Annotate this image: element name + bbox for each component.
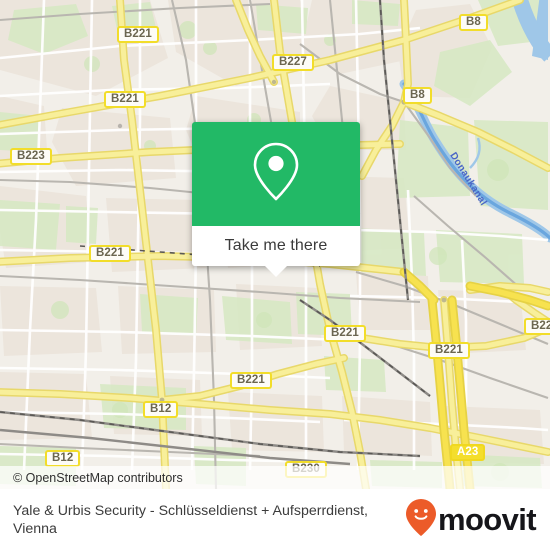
popup-pointer [265, 266, 287, 277]
road-shield: B228 [524, 318, 550, 335]
road-shield: B227 [272, 54, 314, 71]
road-shield: B221 [324, 325, 366, 342]
map-canvas[interactable]: Donaukanal B221 B227 B8 B221 B8 B223 B22… [0, 0, 550, 489]
map-attribution-bar: © OpenStreetMap contributors [0, 466, 550, 489]
info-bar: Yale & Urbis Security - Schlüsseldienst … [0, 489, 550, 550]
popup-header [192, 122, 360, 226]
road-shield: B221 [428, 342, 470, 359]
map-page: Donaukanal B221 B227 B8 B221 B8 B223 B22… [0, 0, 550, 550]
road-shield: B12 [45, 450, 81, 467]
road-shield: B12 [143, 401, 179, 418]
road-shield: B221 [117, 26, 159, 43]
road-shield: B8 [403, 87, 432, 104]
road-shield: B221 [89, 245, 131, 262]
attribution-text: © OpenStreetMap contributors [13, 470, 183, 485]
take-me-there-label: Take me there [224, 237, 328, 254]
moovit-pin-icon [405, 498, 436, 541]
moovit-wordmark: moovit [437, 502, 537, 537]
road-shield: B221 [230, 372, 272, 389]
road-shield: B221 [104, 91, 146, 108]
road-shield: A23 [450, 444, 486, 461]
moovit-logo[interactable]: moovit [405, 498, 550, 541]
place-title: Yale & Urbis Security - Schlüsseldienst … [13, 502, 368, 537]
road-shield: B223 [10, 148, 52, 165]
popup-footer[interactable]: Take me there [192, 226, 360, 277]
location-popup[interactable]: Take me there [192, 122, 360, 277]
location-pin-icon [251, 141, 301, 208]
road-shield: B8 [459, 14, 488, 31]
